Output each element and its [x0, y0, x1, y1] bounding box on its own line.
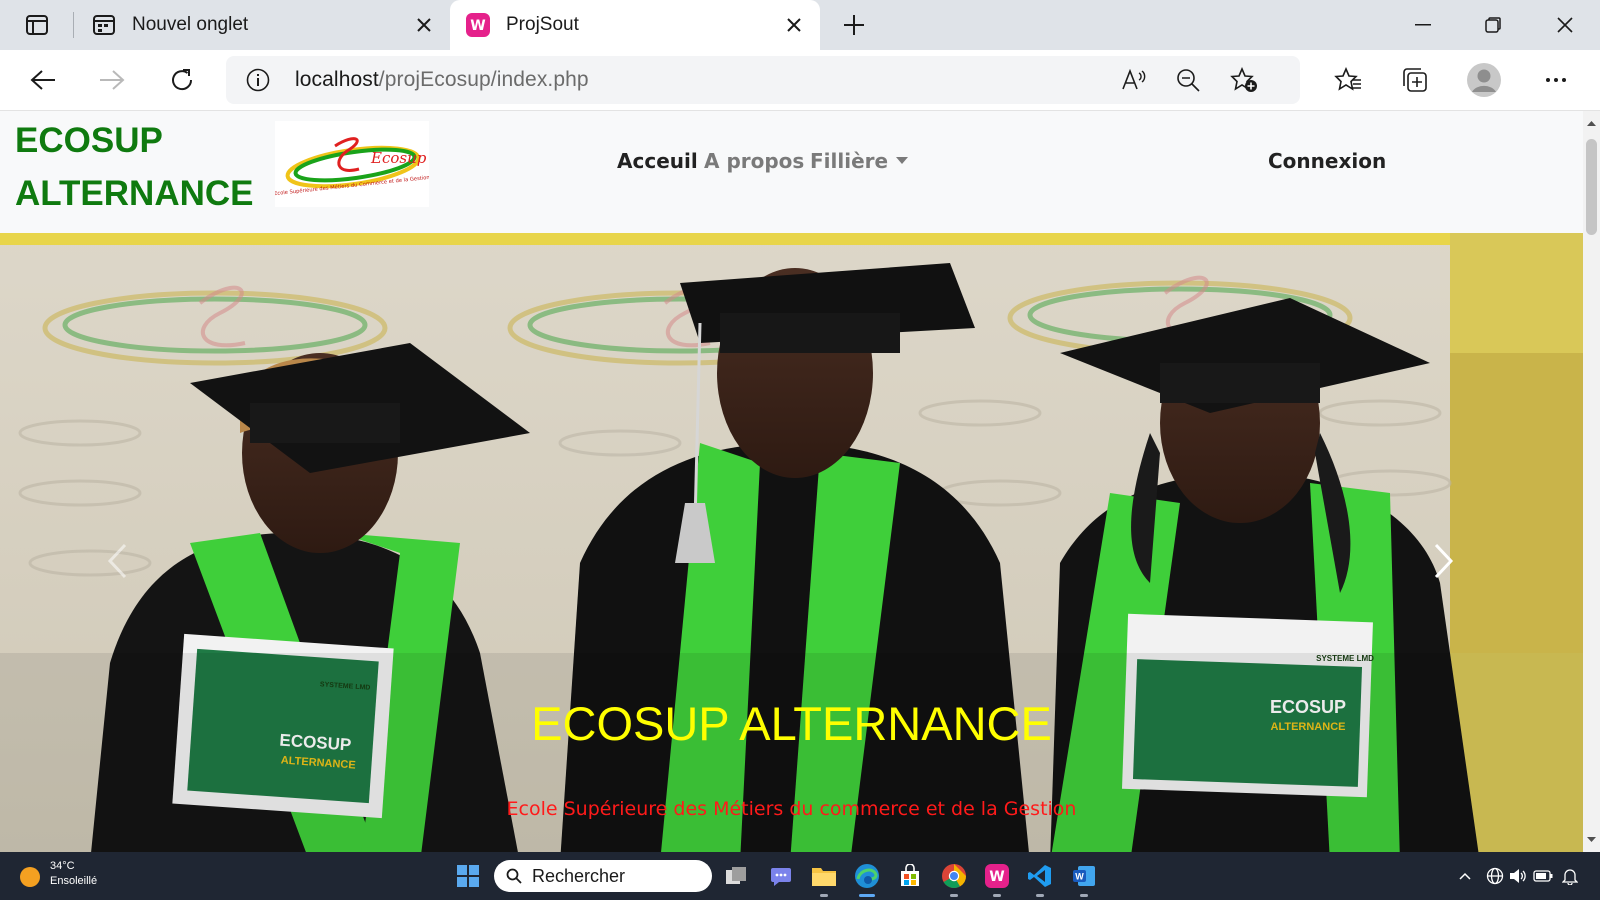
tab-actions-icon[interactable]: [24, 13, 50, 37]
scroll-down-icon[interactable]: [1587, 835, 1596, 844]
volume-icon[interactable]: [1508, 866, 1528, 886]
back-icon[interactable]: [25, 62, 61, 98]
more-icon[interactable]: [1538, 62, 1574, 98]
nav-dropdown-filliere[interactable]: Fillière: [810, 149, 909, 173]
tab-separator: [73, 12, 74, 38]
url-host: localhost: [295, 68, 379, 91]
edge-browser-icon[interactable]: [851, 860, 883, 892]
wampserver-taskbar-icon[interactable]: W: [981, 860, 1013, 892]
info-icon[interactable]: [246, 68, 270, 92]
hero-subtitle: Ecole Supérieure des Métiers du commerce…: [506, 798, 1077, 820]
microsoft-store-icon[interactable]: [894, 860, 926, 892]
collections-icon[interactable]: [1397, 62, 1433, 98]
svg-text:W: W: [989, 869, 1004, 885]
svg-text:W: W: [1075, 872, 1084, 882]
windows-taskbar: 34°C Ensoleillé Rechercher W W: [0, 852, 1600, 900]
notification-bell-icon[interactable]: [1560, 866, 1580, 886]
start-menu-icon[interactable]: [452, 860, 484, 892]
refresh-icon[interactable]: [164, 62, 200, 98]
tab-projsout[interactable]: W ProjSout: [450, 0, 820, 50]
taskbar-search-box[interactable]: Rechercher: [494, 860, 712, 892]
forward-icon[interactable]: [94, 62, 130, 98]
running-indicator-active: [859, 894, 875, 897]
word-icon[interactable]: W: [1068, 860, 1100, 892]
minimize-window-icon[interactable]: [1388, 0, 1458, 50]
nav-link-connexion[interactable]: Connexion: [1268, 149, 1386, 173]
sunny-weather-icon: [20, 867, 40, 887]
teams-chat-icon[interactable]: [765, 860, 797, 892]
running-indicator: [993, 894, 1001, 897]
tab-title: Nouvel onglet: [132, 14, 249, 35]
task-view-icon[interactable]: [720, 860, 752, 892]
site-brand[interactable]: ECOSUP ALTERNANCE: [15, 114, 254, 220]
scrollbar-thumb[interactable]: [1586, 139, 1597, 235]
wampserver-icon: W: [466, 13, 490, 37]
svg-text:W: W: [470, 18, 485, 34]
url-text[interactable]: localhost/projEcosup/index.php: [295, 68, 589, 92]
address-bar[interactable]: localhost/projEcosup/index.php: [226, 56, 1300, 104]
tab-new-tab[interactable]: Nouvel onglet: [80, 0, 450, 50]
nav-link-acceuil[interactable]: Acceuil: [617, 149, 698, 173]
show-hidden-icons-icon[interactable]: [1455, 866, 1475, 886]
zoom-out-icon[interactable]: [1173, 66, 1203, 94]
carousel-next-icon[interactable]: [1423, 531, 1463, 591]
running-indicator: [1080, 894, 1088, 897]
new-tab-page-icon: [92, 13, 116, 37]
language-globe-icon[interactable]: [1485, 866, 1505, 886]
close-window-icon[interactable]: [1530, 0, 1600, 50]
brand-line-2: ALTERNANCE: [15, 174, 254, 213]
new-tab-plus-icon[interactable]: [840, 11, 868, 39]
hero-title: ECOSUP ALTERNANCE: [531, 697, 1052, 750]
weather-temperature: 34°C: [50, 860, 75, 872]
chrome-browser-icon[interactable]: [938, 860, 970, 892]
read-aloud-icon[interactable]: [1119, 66, 1149, 94]
carousel-prev-icon[interactable]: [98, 531, 138, 591]
page-viewport: ECOSUP ALTERNANCE Ecosup Ecole Supérieur…: [0, 111, 1583, 852]
profile-avatar[interactable]: [1466, 62, 1502, 98]
weather-description: Ensoleillé: [50, 875, 98, 887]
nav-dropdown-label: Fillière: [810, 149, 889, 173]
running-indicator: [1036, 894, 1044, 897]
search-placeholder: Rechercher: [532, 866, 626, 886]
add-favorite-icon[interactable]: [1229, 66, 1259, 94]
url-path: /projEcosup/index.php: [378, 68, 589, 91]
page-scrollbar[interactable]: [1583, 111, 1600, 852]
favorites-icon[interactable]: [1330, 62, 1366, 98]
close-tab-icon[interactable]: [412, 13, 436, 37]
ecosup-logo[interactable]: Ecosup Ecole Supérieure des Métiers du C…: [274, 121, 430, 207]
close-tab-icon[interactable]: [782, 13, 806, 37]
vscode-icon[interactable]: [1024, 860, 1056, 892]
running-indicator: [950, 894, 958, 897]
tab-title: ProjSout: [506, 14, 579, 35]
scroll-up-icon[interactable]: [1587, 119, 1596, 128]
browser-toolbar: localhost/projEcosup/index.php: [0, 50, 1600, 111]
file-explorer-icon[interactable]: [808, 860, 840, 892]
battery-icon[interactable]: [1533, 866, 1553, 886]
hero-photo: ECOSUP ALTERNANCE SYSTEME LMD ECOSUP ALT…: [0, 233, 1583, 852]
caret-down-icon: [896, 157, 909, 164]
hero-carousel: ECOSUP ALTERNANCE SYSTEME LMD ECOSUP ALT…: [0, 233, 1583, 852]
logo-wordmark: Ecosup: [370, 149, 427, 167]
nav-link-a-propos[interactable]: A propos: [704, 149, 804, 173]
restore-window-icon[interactable]: [1458, 0, 1528, 50]
browser-tab-strip: Nouvel onglet W ProjSout: [0, 0, 1600, 50]
running-indicator: [820, 894, 828, 897]
brand-line-1: ECOSUP: [15, 121, 163, 160]
site-navbar: ECOSUP ALTERNANCE Ecosup Ecole Supérieur…: [0, 111, 1583, 233]
search-icon: [506, 868, 522, 884]
